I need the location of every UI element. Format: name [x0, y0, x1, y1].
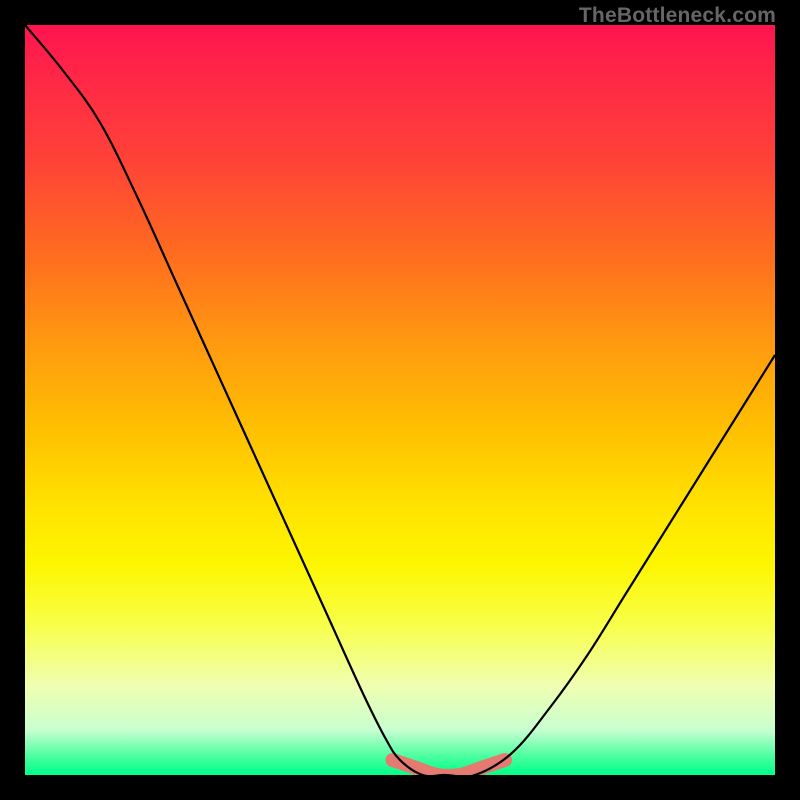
plot-area [25, 25, 775, 775]
bottleneck-curve [25, 25, 775, 775]
watermark-text: TheBottleneck.com [579, 4, 776, 28]
chart-container: TheBottleneck.com [0, 0, 800, 800]
chart-svg [25, 25, 775, 775]
